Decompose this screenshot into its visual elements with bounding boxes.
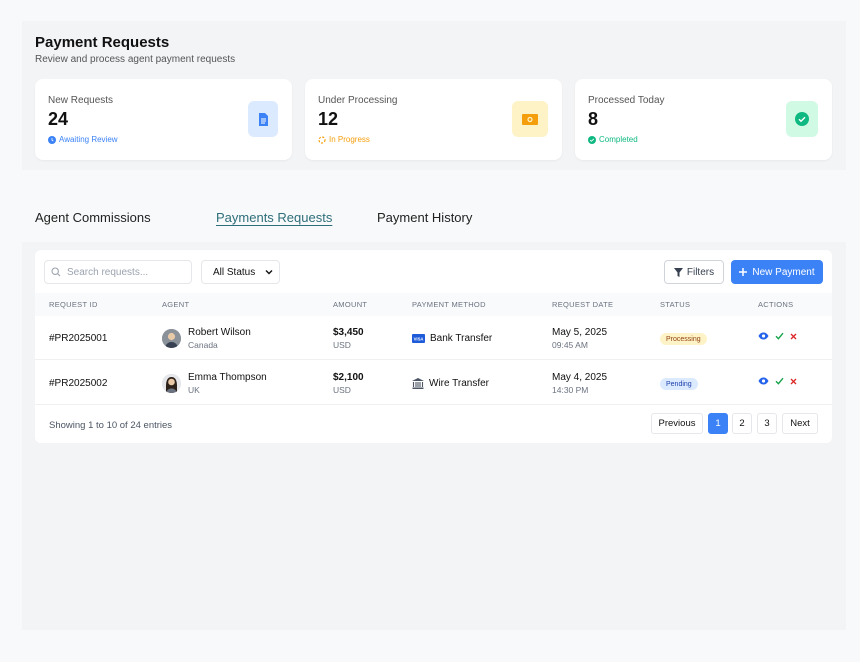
table-header: REQUEST ID AGENT AMOUNT PAYMENT METHOD R… — [35, 293, 832, 316]
payments-table-card: All Status Filters New Payment REQUEST I… — [35, 250, 832, 443]
payment-method-label: Bank Transfer — [430, 333, 493, 344]
request-date: May 5, 2025 — [552, 327, 608, 338]
chevron-down-icon — [265, 270, 273, 275]
filters-label: Filters — [686, 266, 715, 278]
money-icon — [512, 101, 548, 137]
page-subtitle: Review and process agent payment request… — [35, 54, 236, 65]
check-circle-small-icon — [588, 135, 596, 144]
column-header: ACTIONS — [758, 300, 794, 309]
bank-icon — [412, 378, 424, 389]
agent-name: Emma Thompson — [188, 372, 267, 383]
table-row: #PR2025001 Robert Wilson Canada $3,450 U… — [35, 316, 832, 360]
stat-card-new-requests: New Requests 24 Awaiting Review — [35, 79, 292, 160]
row-actions — [758, 332, 797, 340]
request-time: 09:45 AM — [552, 340, 588, 350]
search-input[interactable] — [67, 266, 182, 278]
status-filter-value: All Status — [213, 266, 256, 278]
request-id: #PR2025001 — [49, 333, 108, 344]
column-header: REQUEST ID — [49, 300, 98, 309]
stat-card-value: 8 — [588, 109, 599, 129]
page-button-2[interactable]: 2 — [732, 413, 752, 434]
search-box[interactable] — [44, 260, 192, 284]
stat-card-label: New Requests — [48, 95, 114, 106]
check-circle-icon — [786, 101, 818, 137]
stat-card-status: Completed — [588, 135, 638, 144]
avatar — [162, 374, 181, 393]
status-badge: Processing — [660, 333, 707, 345]
stat-card-value: 12 — [318, 109, 339, 129]
page-button-3[interactable]: 3 — [757, 413, 777, 434]
agent-country: UK — [188, 385, 200, 395]
plus-icon — [739, 268, 748, 276]
request-date: May 4, 2025 — [552, 372, 608, 383]
filter-icon — [673, 267, 683, 277]
eye-icon[interactable] — [758, 332, 769, 340]
tab-bar: Agent Commissions Payments Requests Paym… — [22, 170, 846, 242]
svg-text:VISA: VISA — [414, 336, 424, 341]
agent-name: Robert Wilson — [188, 327, 251, 338]
column-header: AMOUNT — [333, 300, 368, 309]
page-button-1[interactable]: 1 — [708, 413, 728, 434]
amount-currency: USD — [333, 385, 351, 395]
request-time: 14:30 PM — [552, 385, 589, 395]
next-page-button[interactable]: Next — [782, 413, 818, 434]
amount-value: $3,450 — [333, 327, 364, 338]
stat-card-status: Awaiting Review — [48, 135, 118, 144]
tab-payments-requests[interactable]: Payments Requests — [216, 210, 332, 225]
pagination-info: Showing 1 to 10 of 24 entries — [49, 420, 173, 431]
close-icon[interactable] — [790, 378, 797, 385]
spinner-icon — [318, 135, 326, 144]
column-header: STATUS — [660, 300, 691, 309]
status-filter-select[interactable]: All Status — [201, 260, 280, 284]
check-icon[interactable] — [775, 332, 784, 340]
tab-payment-history[interactable]: Payment History — [377, 210, 472, 225]
stat-card-processed-today: Processed Today 8 Completed — [575, 79, 832, 160]
status-badge: Pending — [660, 378, 698, 390]
main-panel: Agent Commissions Payments Requests Paym… — [22, 170, 846, 630]
stat-card-status-text: Awaiting Review — [59, 135, 118, 144]
previous-page-button[interactable]: Previous — [651, 413, 703, 434]
avatar — [162, 329, 181, 348]
stat-card-status: In Progress — [318, 135, 370, 144]
payment-method-label: Wire Transfer — [429, 378, 490, 389]
stat-card-status-text: In Progress — [329, 135, 370, 144]
column-header: AGENT — [162, 300, 190, 309]
stat-card-under-processing: Under Processing 12 In Progress — [305, 79, 562, 160]
page-title: Payment Requests — [35, 34, 170, 51]
stat-card-status-text: Completed — [599, 135, 638, 144]
filters-button[interactable]: Filters — [664, 260, 724, 284]
stat-card-label: Processed Today — [588, 95, 665, 106]
summary-panel: Payment Requests Review and process agen… — [22, 21, 846, 170]
column-header: REQUEST DATE — [552, 300, 614, 309]
amount-currency: USD — [333, 340, 351, 350]
stat-card-label: Under Processing — [318, 95, 398, 106]
stat-card-value: 24 — [48, 109, 69, 129]
card-icon: VISA — [412, 334, 425, 343]
eye-icon[interactable] — [758, 377, 769, 385]
payment-method: VISA Bank Transfer — [412, 333, 492, 344]
document-icon — [248, 101, 278, 137]
row-actions — [758, 377, 797, 385]
new-payment-button[interactable]: New Payment — [731, 260, 823, 284]
tab-agent-commissions[interactable]: Agent Commissions — [35, 210, 151, 225]
agent-country: Canada — [188, 340, 218, 350]
request-id: #PR2025002 — [49, 378, 108, 389]
close-icon[interactable] — [790, 333, 797, 340]
table-row: #PR2025002 Emma Thompson UK $2,100 USD W… — [35, 361, 832, 405]
amount-value: $2,100 — [333, 372, 364, 383]
column-header: PAYMENT METHOD — [412, 300, 486, 309]
payment-method: Wire Transfer — [412, 378, 489, 389]
new-payment-label: New Payment — [752, 266, 815, 278]
clock-icon — [48, 135, 56, 144]
check-icon[interactable] — [775, 377, 784, 385]
search-icon — [51, 267, 61, 277]
